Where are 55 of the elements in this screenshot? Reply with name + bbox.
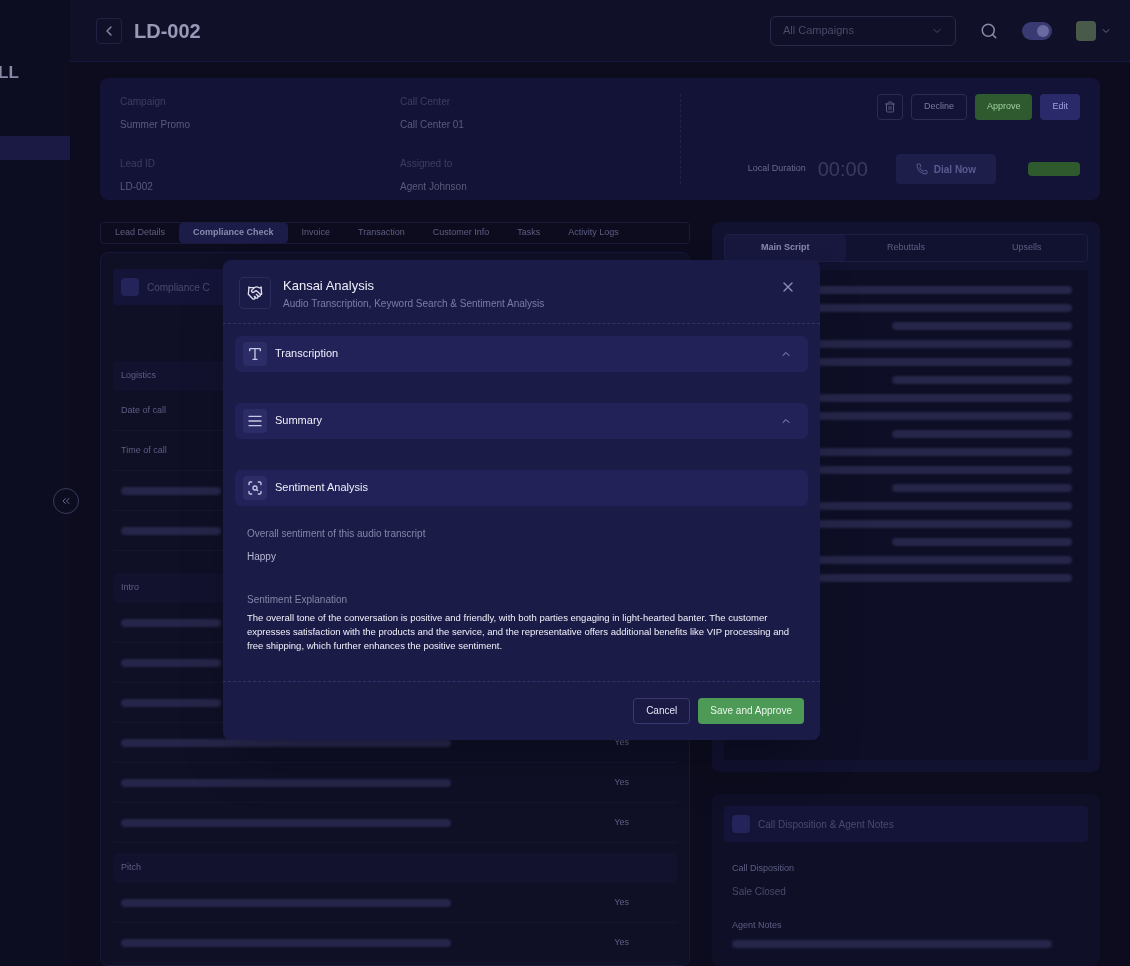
dialog-button[interactable]: Save and Approve (698, 697, 804, 724)
dialog-subtitle: Audio Transcription, Keyword Search & Sentiment Analysis (283, 296, 546, 311)
field-value: Call Center 01 (400, 118, 465, 132)
explanation-text: The overall tone of the conversation is positive and friendly, with both parties engaging in light-hearted banter. The customer expresses satisfaction with the products and the service, and the representative offers additional benefits like VIP processing and free shipping, which further enhances the positive sentiment. (247, 610, 790, 653)
dial-button[interactable]: Dial Now (895, 154, 996, 184)
field-value: Summer Promo (120, 118, 191, 132)
sentiment-label: Overall sentiment of this audio transcript (247, 526, 427, 541)
field-value: LD-002 (120, 180, 154, 194)
trash-icon (883, 101, 896, 113)
action-button[interactable]: Approve (974, 94, 1033, 120)
avatar[interactable] (1076, 20, 1096, 41)
field-value: Sale Closed (732, 884, 787, 899)
answer-text: Yes (614, 775, 629, 789)
accordion-header[interactable]: Transcription (235, 335, 808, 372)
collapse-button[interactable] (53, 488, 79, 514)
delete-button[interactable] (876, 94, 903, 120)
tab[interactable]: Activity Logs (554, 223, 633, 243)
tab[interactable]: Main Script (725, 235, 846, 261)
phone-icon (915, 163, 928, 175)
accordion-header[interactable]: Sentiment Analysis (235, 469, 808, 506)
field-label: Call Disposition (732, 862, 796, 875)
search-icon[interactable] (980, 21, 998, 40)
tab[interactable]: Customer Info (418, 223, 504, 243)
tab[interactable]: Compliance Check (179, 223, 288, 243)
action-button[interactable]: Edit (1040, 94, 1080, 120)
tab[interactable]: Invoice (287, 223, 345, 243)
campaign-select[interactable]: All Campaigns (770, 15, 956, 46)
answer-text: Yes (614, 895, 629, 909)
tab[interactable]: Transaction (344, 223, 419, 243)
status-badge (1028, 162, 1080, 176)
field-label: Agent Notes (732, 918, 783, 932)
text-icon (247, 345, 263, 362)
section-header: Pitch (113, 853, 677, 883)
tab[interactable]: Upsells (966, 235, 1087, 261)
logo-text: LL (0, 62, 20, 84)
handshake-icon (247, 285, 263, 302)
answer-text: Yes (614, 935, 629, 949)
back-button[interactable] (96, 17, 122, 44)
tab[interactable]: Tasks (503, 223, 555, 243)
page-title: LD-002 (134, 18, 201, 44)
tab[interactable]: Lead Details (101, 223, 180, 243)
sentiment-value: Happy (247, 549, 277, 564)
double-chevron-icon (60, 495, 72, 507)
toggle-switch[interactable] (1022, 21, 1052, 40)
duration-label: Local Duration (747, 162, 806, 176)
tab[interactable]: Rebuttals (845, 235, 967, 261)
answer-text: Yes (614, 815, 629, 829)
accordion-header[interactable]: Summary (235, 402, 808, 439)
action-button[interactable]: Decline (910, 94, 967, 120)
question-text: Date of call (121, 403, 167, 417)
dialog-title: Kansai Analysis (283, 277, 376, 295)
scan-icon (247, 479, 263, 496)
field-value: Agent Johnson (400, 180, 468, 194)
dialog-button[interactable]: Cancel (633, 697, 691, 724)
question-text: Time of call (121, 443, 167, 457)
